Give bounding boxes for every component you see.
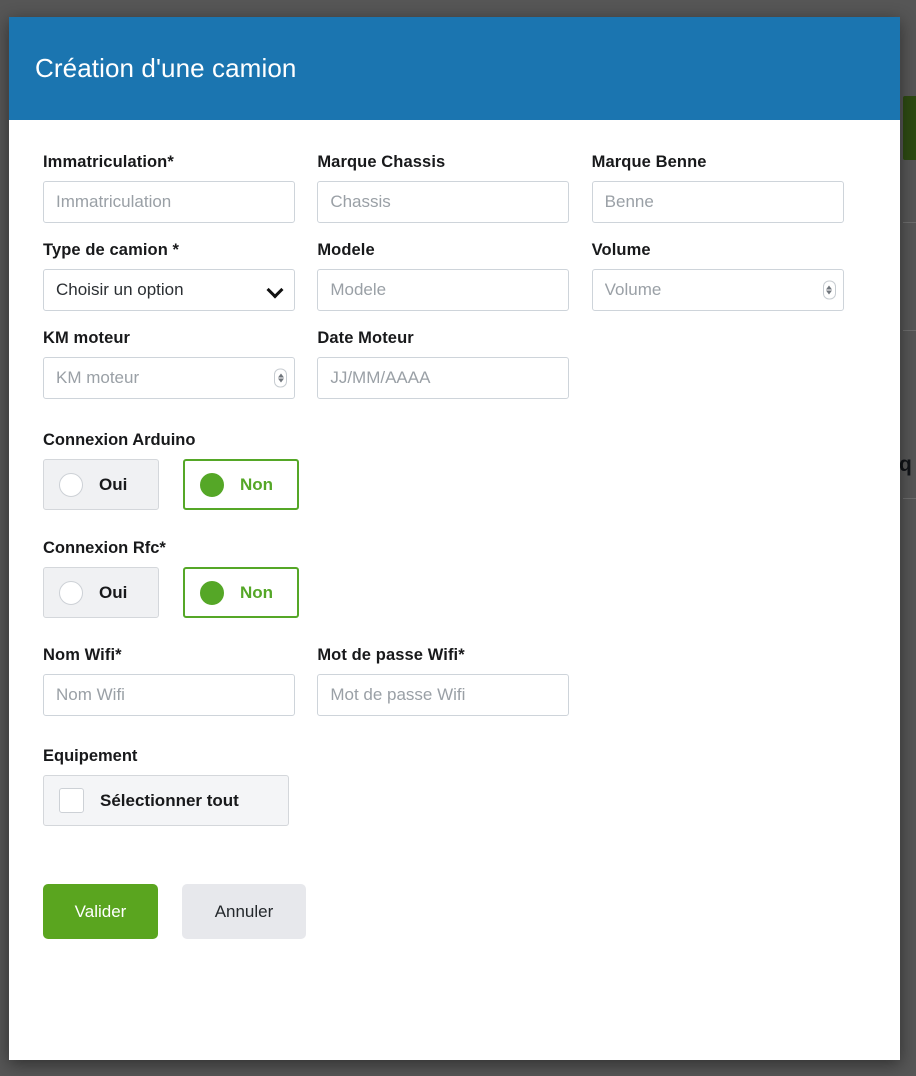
select-all-equipment-label: Sélectionner tout [100,791,239,811]
connexion-arduino-oui-label: Oui [99,475,127,495]
submit-button[interactable]: Valider [43,884,158,939]
background-obscured-text: q [899,451,916,479]
connexion-rfc-option-oui[interactable]: Oui [43,567,159,618]
connexion-rfc-option-non[interactable]: Non [183,567,299,618]
background-divider [903,498,916,499]
page-title: Création d'une camion [35,53,296,84]
connexion-arduino-option-oui[interactable]: Oui [43,459,159,510]
form-row-wifi: Nom Wifi* Mot de passe Wifi* [43,646,866,734]
label-mot-de-passe-wifi: Mot de passe Wifi* [317,646,591,665]
connexion-rfc-radio-group: Oui Non [43,567,866,618]
form-column-1: Nom Wifi* [43,646,317,734]
label-date-moteur: Date Moteur [317,329,591,348]
label-immatriculation: Immatriculation* [43,153,317,172]
group-equipement: Equipement Sélectionner tout [43,747,866,826]
stepper-down-arrow-icon[interactable] [278,379,284,383]
form-column-3: Volume [592,241,866,329]
modal-header: Création d'une camion [9,17,900,120]
form-row-1: Immatriculation* Marque Chassis Marque B… [43,153,866,241]
form-column-2: Modele [317,241,591,329]
connexion-arduino-option-non[interactable]: Non [183,459,299,510]
group-connexion-rfc: Connexion Rfc* Oui Non [43,539,866,618]
modal-body: Immatriculation* Marque Chassis Marque B… [9,120,900,1060]
date-moteur-input[interactable] [317,357,569,399]
km-moteur-stepper-icon[interactable] [274,369,287,388]
form-column-2: Mot de passe Wifi* [317,646,591,734]
form-column-2: Date Moteur [317,329,591,417]
label-marque-chassis: Marque Chassis [317,153,591,172]
connexion-rfc-non-label: Non [240,583,273,603]
label-type-camion: Type de camion * [43,241,317,260]
connexion-arduino-radio-group: Oui Non [43,459,866,510]
checkbox-icon [59,788,84,813]
immatriculation-input[interactable] [43,181,295,223]
field-date-moteur: Date Moteur [317,329,591,399]
field-marque-chassis: Marque Chassis [317,153,591,223]
label-marque-benne: Marque Benne [592,153,866,172]
label-nom-wifi: Nom Wifi* [43,646,317,665]
connexion-rfc-oui-label: Oui [99,583,127,603]
form-column-1: Type de camion * Choisir un option [43,241,317,329]
label-modele: Modele [317,241,591,260]
form-column-3-empty [592,646,866,734]
radio-circle-icon [59,473,83,497]
form-row-2: Type de camion * Choisir un option Model… [43,241,866,329]
group-connexion-arduino: Connexion Arduino Oui Non [43,431,866,510]
background-divider [903,222,916,223]
mot-de-passe-wifi-input[interactable] [317,674,569,716]
stepper-up-arrow-icon[interactable] [826,286,832,290]
cancel-button[interactable]: Annuler [182,884,306,939]
field-marque-benne: Marque Benne [592,153,866,223]
type-camion-selected-value: Choisir un option [56,280,184,300]
field-type-camion: Type de camion * Choisir un option [43,241,317,311]
background-divider [903,330,916,331]
km-moteur-number-wrapper [43,357,295,399]
label-connexion-rfc: Connexion Rfc* [43,539,866,558]
field-nom-wifi: Nom Wifi* [43,646,317,716]
field-mot-de-passe-wifi: Mot de passe Wifi* [317,646,591,716]
field-modele: Modele [317,241,591,311]
form-column-1: KM moteur [43,329,317,417]
connexion-arduino-non-label: Non [240,475,273,495]
create-truck-modal: Création d'une camion Immatriculation* M… [9,17,900,1060]
marque-chassis-input[interactable] [317,181,569,223]
type-camion-select[interactable]: Choisir un option [43,269,295,311]
modele-input[interactable] [317,269,569,311]
label-volume: Volume [592,241,866,260]
stepper-down-arrow-icon[interactable] [826,291,832,295]
label-equipement: Equipement [43,747,866,766]
label-km-moteur: KM moteur [43,329,317,348]
stepper-up-arrow-icon[interactable] [278,374,284,378]
form-row-3: KM moteur Date Moteur [43,329,866,417]
field-volume: Volume [592,241,866,311]
select-all-equipment-checkbox[interactable]: Sélectionner tout [43,775,289,826]
nom-wifi-input[interactable] [43,674,295,716]
form-column-3-empty [592,329,866,417]
radio-circle-filled-icon [200,581,224,605]
volume-input[interactable] [592,269,844,311]
form-column-1: Immatriculation* [43,153,317,241]
km-moteur-input[interactable] [43,357,295,399]
radio-circle-filled-icon [200,473,224,497]
chevron-down-icon [268,283,282,297]
field-km-moteur: KM moteur [43,329,317,399]
volume-number-wrapper [592,269,844,311]
marque-benne-input[interactable] [592,181,844,223]
modal-actions: Valider Annuler [43,884,866,939]
field-immatriculation: Immatriculation* [43,153,317,223]
volume-stepper-icon[interactable] [823,281,836,300]
form-column-2: Marque Chassis [317,153,591,241]
form-column-3: Marque Benne [592,153,866,241]
radio-circle-icon [59,581,83,605]
label-connexion-arduino: Connexion Arduino [43,431,866,450]
background-green-tab [903,96,916,160]
